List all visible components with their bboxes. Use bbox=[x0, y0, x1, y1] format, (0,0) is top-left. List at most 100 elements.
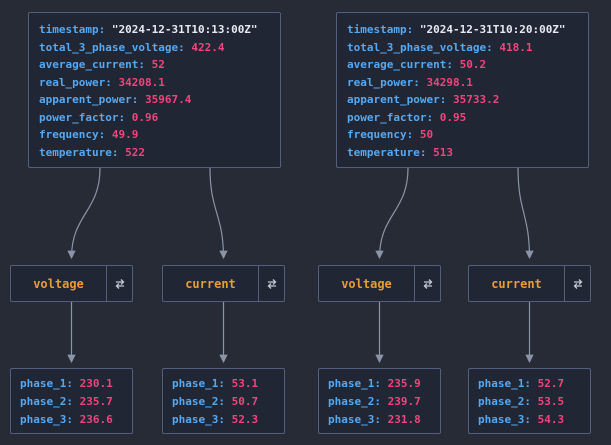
phase-node-current-2[interactable]: phase_1: 52.7 phase_2: 53.5 phase_3: 54.… bbox=[468, 368, 591, 434]
field-key: average_current: bbox=[39, 58, 145, 71]
field-value: 50.7 bbox=[231, 395, 259, 408]
field-row-average-current: average_current: 52 bbox=[39, 56, 270, 74]
group-node-current-2[interactable]: current bbox=[468, 265, 591, 302]
field-row-phase2: phase_2: 50.7 bbox=[172, 393, 275, 411]
field-value: 52.7 bbox=[537, 377, 565, 390]
field-key: power_factor: bbox=[347, 110, 434, 124]
field-key: phase_3: bbox=[20, 413, 73, 426]
field-value: 422.4 bbox=[191, 40, 225, 54]
group-node-voltage-1[interactable]: voltage bbox=[10, 265, 133, 302]
field-key: temperature: bbox=[347, 145, 427, 159]
field-key: total_3_phase_voltage: bbox=[39, 40, 185, 54]
field-key: apparent_power: bbox=[39, 93, 139, 106]
group-label: voltage bbox=[33, 276, 84, 291]
field-value: 235.9 bbox=[387, 377, 421, 390]
field-value: 230.1 bbox=[79, 377, 113, 390]
field-row-power-factor: power_factor: 0.95 bbox=[347, 109, 578, 127]
graph-canvas[interactable]: timestamp: "2024-12-31T10:13:00Z" total_… bbox=[0, 0, 611, 445]
expand-collapse-button[interactable] bbox=[258, 266, 284, 301]
field-row-phase1: phase_1: 235.9 bbox=[328, 375, 431, 393]
field-value: 231.8 bbox=[387, 413, 421, 426]
field-row-phase2: phase_2: 235.7 bbox=[20, 393, 123, 411]
field-key: power_factor: bbox=[39, 110, 126, 124]
field-key: timestamp: bbox=[39, 23, 106, 36]
field-key: apparent_power: bbox=[347, 93, 447, 106]
field-value: 235.7 bbox=[79, 395, 113, 408]
field-key: phase_1: bbox=[478, 377, 531, 390]
field-value: 513 bbox=[433, 145, 453, 159]
field-value: 0.95 bbox=[439, 110, 467, 124]
field-value: 239.7 bbox=[387, 395, 421, 408]
field-row-phase3: phase_3: 236.6 bbox=[20, 411, 123, 429]
field-key: phase_1: bbox=[172, 377, 225, 390]
field-row-apparent-power: apparent_power: 35967.4 bbox=[39, 91, 270, 109]
field-key: phase_3: bbox=[478, 413, 531, 426]
field-value: 34208.1 bbox=[118, 75, 165, 89]
field-value: 50.2 bbox=[459, 58, 487, 71]
field-key: temperature: bbox=[39, 145, 119, 159]
record-node-1[interactable]: timestamp: "2024-12-31T10:13:00Z" total_… bbox=[28, 12, 281, 168]
field-key: phase_2: bbox=[328, 395, 381, 408]
field-row-total-voltage: total_3_phase_voltage: 418.1 bbox=[347, 39, 578, 57]
field-key: phase_2: bbox=[478, 395, 531, 408]
field-key: real_power: bbox=[39, 75, 112, 89]
field-row-total-voltage: total_3_phase_voltage: 422.4 bbox=[39, 39, 270, 57]
edge-record2-current bbox=[517, 167, 534, 260]
field-row-average-current: average_current: 50.2 bbox=[347, 56, 578, 74]
expand-collapse-button[interactable] bbox=[564, 266, 590, 301]
field-row-frequency: frequency: 50 bbox=[347, 126, 578, 144]
field-value: 50 bbox=[419, 128, 434, 141]
swap-arrows-icon bbox=[115, 278, 124, 289]
field-key: phase_2: bbox=[172, 395, 225, 408]
field-row-phase2: phase_2: 239.7 bbox=[328, 393, 431, 411]
field-key: frequency: bbox=[347, 128, 414, 141]
phase-node-current-1[interactable]: phase_1: 53.1 phase_2: 50.7 phase_3: 52.… bbox=[162, 368, 285, 434]
field-value: "2024-12-31T10:20:00Z" bbox=[419, 23, 566, 36]
swap-arrows-icon bbox=[573, 278, 582, 289]
edge-record1-current bbox=[209, 167, 228, 260]
field-value: 236.6 bbox=[79, 413, 113, 426]
field-value: 49.9 bbox=[111, 128, 139, 141]
field-value: 52 bbox=[151, 58, 165, 71]
field-key: phase_3: bbox=[172, 413, 225, 426]
phase-node-voltage-1[interactable]: phase_1: 230.1 phase_2: 235.7 phase_3: 2… bbox=[10, 368, 133, 434]
field-key: frequency: bbox=[39, 128, 106, 141]
field-row-timestamp: timestamp: "2024-12-31T10:13:00Z" bbox=[39, 21, 270, 39]
edge-record1-voltage bbox=[67, 167, 101, 260]
group-label: current bbox=[491, 276, 542, 291]
field-row-frequency: frequency: 49.9 bbox=[39, 126, 270, 144]
field-value: 35733.2 bbox=[452, 93, 500, 106]
group-node-current-1[interactable]: current bbox=[162, 265, 285, 302]
field-value: 0.96 bbox=[131, 110, 159, 124]
field-row-temperature: temperature: 513 bbox=[347, 144, 578, 162]
field-key: total_3_phase_voltage: bbox=[347, 40, 493, 54]
expand-collapse-button[interactable] bbox=[106, 266, 132, 301]
field-key: timestamp: bbox=[347, 23, 414, 36]
field-row-phase2: phase_2: 53.5 bbox=[478, 393, 581, 411]
field-row-phase1: phase_1: 230.1 bbox=[20, 375, 123, 393]
field-value: 52.3 bbox=[231, 413, 259, 426]
field-row-power-factor: power_factor: 0.96 bbox=[39, 109, 270, 127]
swap-arrows-icon bbox=[423, 278, 432, 289]
field-value: "2024-12-31T10:13:00Z" bbox=[111, 23, 258, 36]
field-row-phase3: phase_3: 52.3 bbox=[172, 411, 275, 429]
field-row-timestamp: timestamp: "2024-12-31T10:20:00Z" bbox=[347, 21, 578, 39]
field-key: average_current: bbox=[347, 58, 453, 71]
expand-collapse-button[interactable] bbox=[414, 266, 440, 301]
field-row-real-power: real_power: 34208.1 bbox=[39, 74, 270, 92]
field-key: phase_1: bbox=[328, 377, 381, 390]
field-row-phase1: phase_1: 53.1 bbox=[172, 375, 275, 393]
field-value: 53.1 bbox=[231, 377, 259, 390]
field-value: 522 bbox=[125, 145, 145, 159]
phase-node-voltage-2[interactable]: phase_1: 235.9 phase_2: 239.7 phase_3: 2… bbox=[318, 368, 441, 434]
group-node-voltage-2[interactable]: voltage bbox=[318, 265, 441, 302]
field-key: phase_3: bbox=[328, 413, 381, 426]
record-node-2[interactable]: timestamp: "2024-12-31T10:20:00Z" total_… bbox=[336, 12, 589, 168]
field-value: 53.5 bbox=[537, 395, 565, 408]
field-value: 418.1 bbox=[499, 40, 533, 54]
group-label: current bbox=[185, 276, 236, 291]
field-row-phase3: phase_3: 231.8 bbox=[328, 411, 431, 429]
field-row-temperature: temperature: 522 bbox=[39, 144, 270, 162]
group-label: voltage bbox=[341, 276, 392, 291]
field-value: 54.3 bbox=[537, 413, 565, 426]
